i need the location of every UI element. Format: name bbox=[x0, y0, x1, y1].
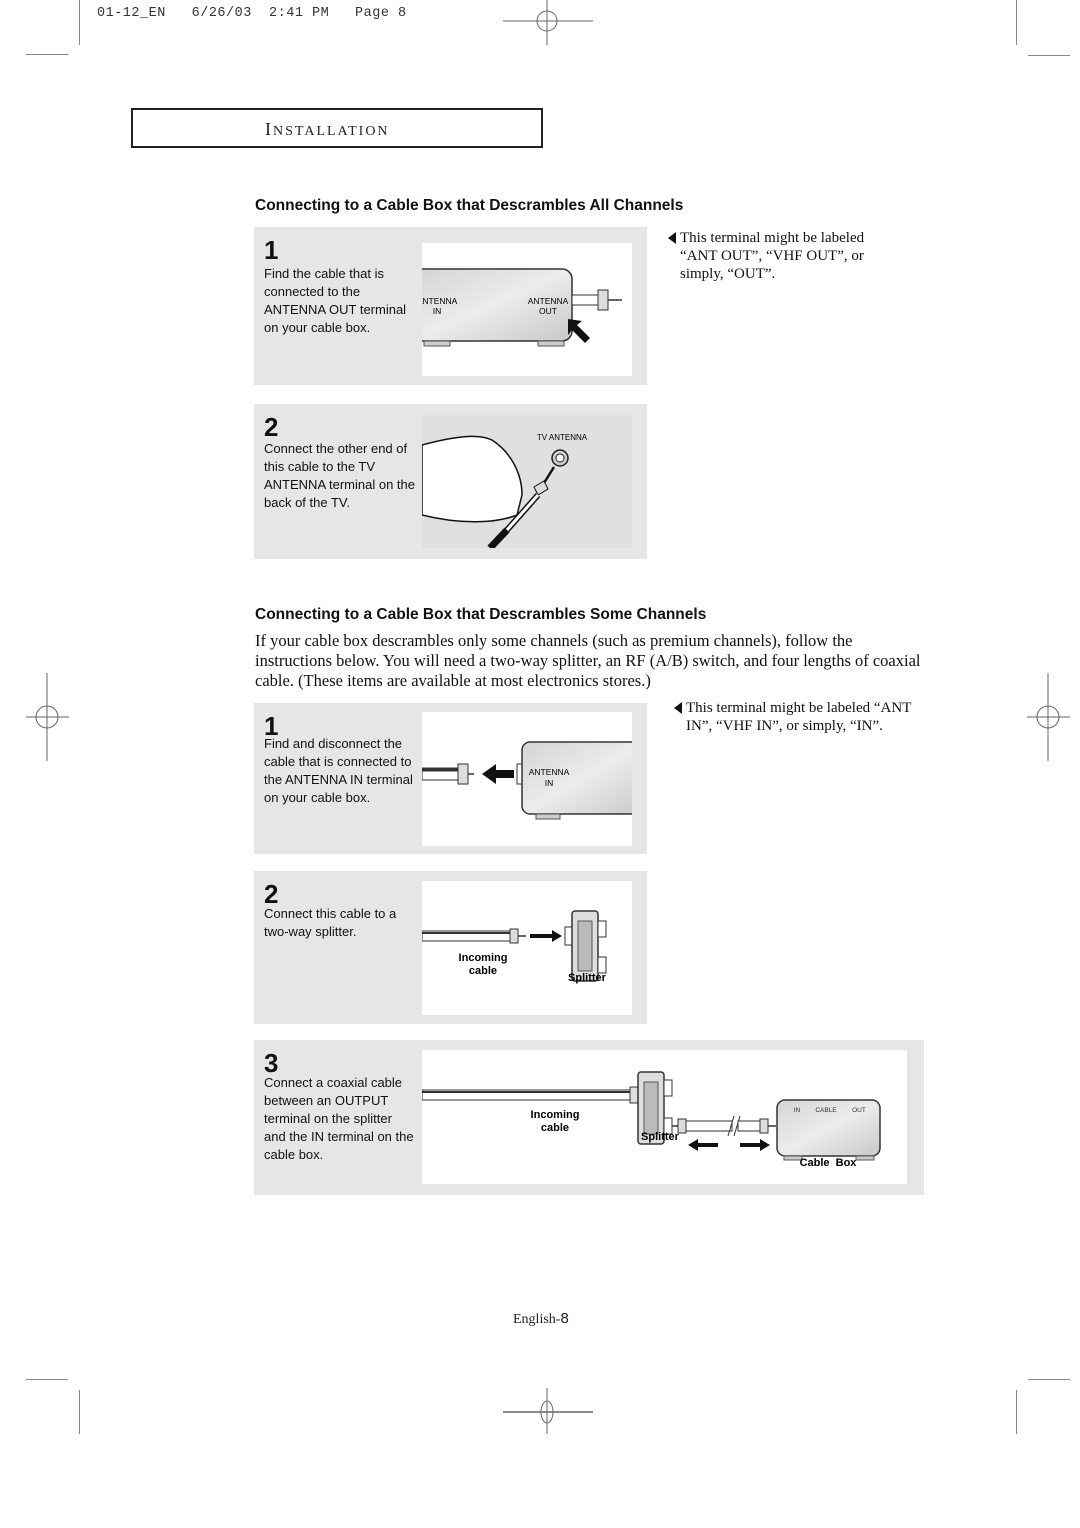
label-antenna-in-1: ANTENNA bbox=[422, 296, 458, 306]
illustration-antenna-out: ANTENNA IN ANTENNA OUT bbox=[411, 243, 632, 376]
crop-mark bbox=[1028, 1379, 1070, 1380]
step-instruction: Connect the other end of this cable to t… bbox=[264, 441, 416, 510]
registration-mark-left bbox=[26, 673, 69, 761]
label-antenna-in-2: IN bbox=[433, 306, 442, 316]
left-arrow bbox=[688, 1139, 718, 1151]
note-ant-out: This terminal might be labeled “ANT OUT”… bbox=[668, 229, 900, 283]
label-antenna-out-2: OUT bbox=[539, 306, 557, 316]
step-panel-some-2: 2 Connect this cable to a two-way splitt… bbox=[254, 871, 647, 1024]
heading-some-channels: Connecting to a Cable Box that Descrambl… bbox=[255, 606, 707, 623]
step-instruction: Connect a coaxial cable between an OUTPU… bbox=[264, 1075, 414, 1162]
print-slug: 01-12_EN 6/26/03 2:41 PM Page 8 bbox=[97, 6, 407, 21]
cable-to-splitter-diagram: Incoming cable Splitter bbox=[421, 910, 607, 984]
illustration-antenna-in: ANTENNA IN bbox=[421, 712, 648, 846]
label-box-out: OUT bbox=[852, 1107, 866, 1114]
crop-mark bbox=[1028, 55, 1070, 56]
illustration-splitter-to-cable-box: IN CABLE OUT Incoming cable Splitter Cab… bbox=[421, 1050, 907, 1184]
label-cable-box: Cable Box bbox=[800, 1157, 858, 1169]
step-number: 1 bbox=[264, 235, 279, 265]
footer-language: English- bbox=[513, 1312, 561, 1327]
step-instruction: Connect this cable to a two-way splitter… bbox=[264, 906, 397, 939]
crop-mark bbox=[79, 1390, 80, 1434]
section-title: INSTALLATION bbox=[265, 119, 390, 140]
intro-paragraph: If your cable box descrambles only some … bbox=[255, 631, 921, 690]
note-ant-in: This terminal might be labeled “ANT IN”,… bbox=[674, 699, 916, 735]
hand-connecting-cable-diagram: TV ANTENNA bbox=[421, 433, 588, 551]
step-number: 2 bbox=[264, 412, 279, 442]
step-panel-all-1: 1 Find the cable that is connected to th… bbox=[254, 227, 647, 385]
cable-box-diagram: ANTENNA IN ANTENNA OUT bbox=[411, 268, 622, 347]
right-arrow bbox=[740, 1139, 770, 1151]
label-splitter: Splitter bbox=[641, 1131, 680, 1143]
heading-all-channels: Connecting to a Cable Box that Descrambl… bbox=[255, 197, 684, 214]
registration-mark-right bbox=[1027, 673, 1070, 761]
label-tv-antenna: TV ANTENNA bbox=[537, 433, 588, 442]
crop-mark bbox=[26, 54, 68, 55]
label-box-in: IN bbox=[794, 1107, 801, 1114]
label-in: IN bbox=[545, 778, 554, 788]
illustration-splitter: Incoming cable Splitter bbox=[421, 881, 632, 1015]
note-text: This terminal might be labeled “ANT OUT”… bbox=[680, 230, 865, 282]
section-header: INSTALLATION bbox=[131, 108, 543, 148]
step-panel-some-1: 1 Find and disconnect the cable that is … bbox=[254, 703, 648, 854]
crop-mark bbox=[79, 0, 80, 45]
step-instruction: Find and disconnect the cable that is co… bbox=[264, 736, 413, 805]
hand-shape bbox=[421, 435, 523, 523]
registration-mark-bottom bbox=[503, 1388, 593, 1434]
registration-mark-top bbox=[503, 0, 593, 45]
note-bullet-icon bbox=[668, 232, 676, 244]
label-box-cable: CABLE bbox=[815, 1107, 837, 1114]
label-cable: cable bbox=[541, 1122, 569, 1134]
section-title-rest: NSTALLATION bbox=[273, 124, 390, 139]
cable-box-body bbox=[521, 741, 648, 815]
page-footer: English-8 bbox=[513, 1310, 569, 1328]
label-splitter: Splitter bbox=[568, 972, 607, 984]
step-instruction: Find the cable that is connected to the … bbox=[264, 266, 407, 335]
label-incoming: Incoming bbox=[531, 1109, 580, 1121]
left-arrow bbox=[482, 764, 514, 784]
note-bullet-icon bbox=[674, 702, 682, 714]
page-number: 8 bbox=[560, 1310, 569, 1327]
right-arrow bbox=[530, 930, 562, 942]
step-panel-all-2: 2 Connect the other end of this cable to… bbox=[254, 404, 647, 559]
crop-mark bbox=[1016, 0, 1017, 45]
label-antenna-out-1: ANTENNA bbox=[528, 296, 569, 306]
label-incoming: Incoming bbox=[459, 952, 508, 964]
splitter-cable-box-diagram: IN CABLE OUT Incoming cable Splitter Cab… bbox=[421, 1071, 881, 1169]
note-text: This terminal might be labeled “ANT IN”,… bbox=[686, 700, 912, 734]
step-panel-some-3: 3 Connect a coaxial cable between an OUT… bbox=[254, 1040, 924, 1195]
crop-mark bbox=[26, 1379, 68, 1380]
label-antenna: ANTENNA bbox=[529, 767, 570, 777]
illustration-tv-antenna: TV ANTENNA bbox=[421, 415, 632, 551]
section-title-initial: I bbox=[265, 119, 273, 139]
crop-mark bbox=[1016, 1390, 1017, 1434]
label-cable: cable bbox=[469, 965, 497, 977]
disconnect-cable-diagram: ANTENNA IN bbox=[421, 741, 648, 820]
